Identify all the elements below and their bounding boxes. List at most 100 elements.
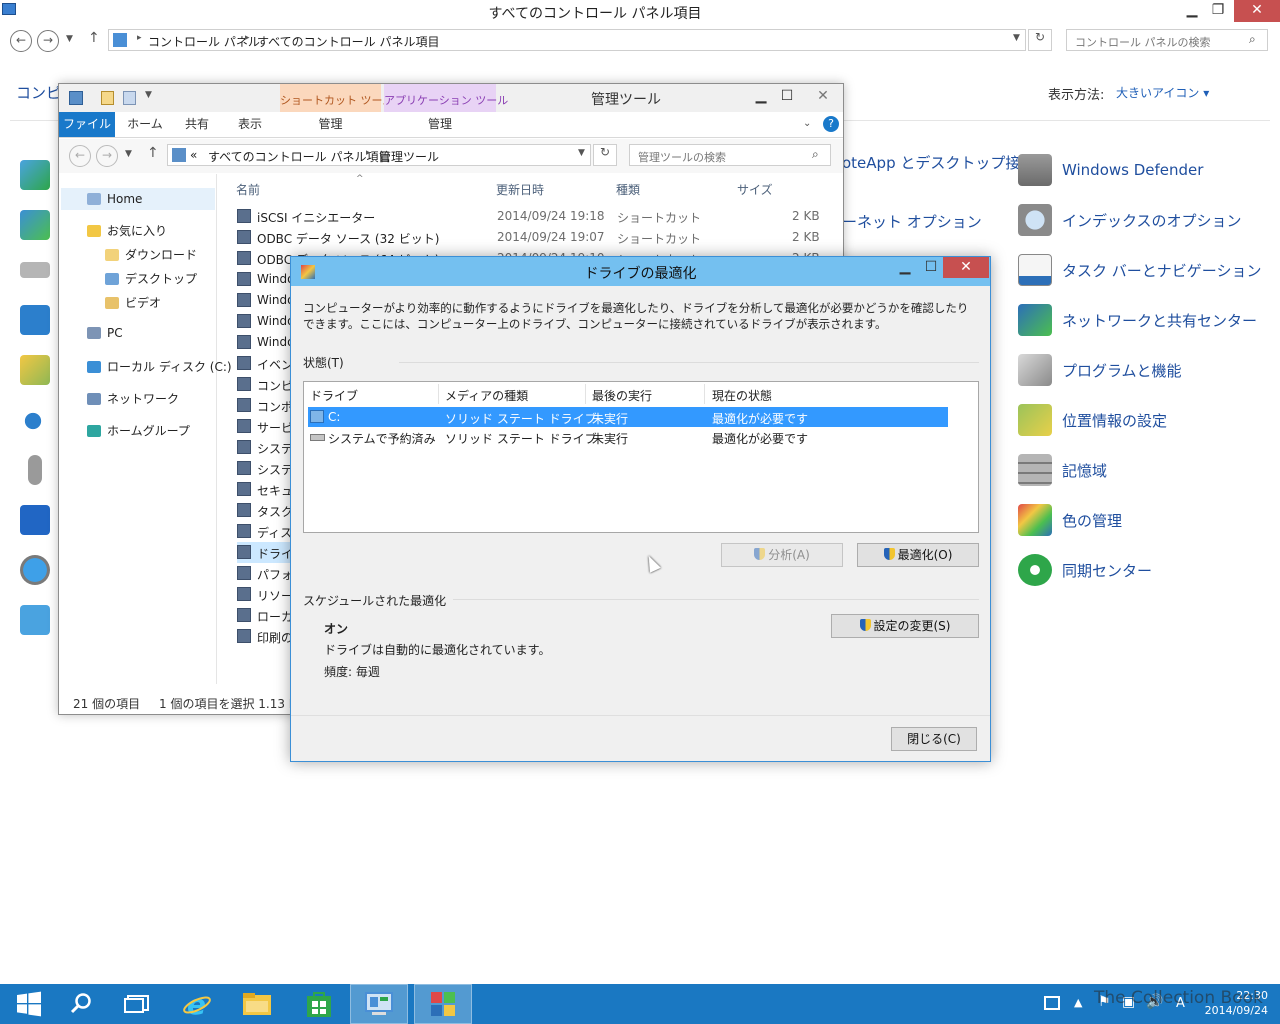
close-button[interactable]: ✕ [1234, 0, 1280, 22]
back-button[interactable]: ← [69, 145, 91, 167]
up-button[interactable]: ↑ [88, 30, 100, 46]
quick-access-chevron-icon[interactable]: ▼ [145, 90, 152, 100]
minimize-button[interactable]: ▁ [1180, 0, 1204, 22]
column-current-status[interactable]: 現在の状態 [712, 387, 772, 404]
breadcrumb-overflow[interactable]: « [190, 148, 197, 162]
region-clock-icon[interactable] [20, 555, 50, 585]
search-icon[interactable]: ⌕ [1249, 32, 1256, 47]
cp-item-programs-features[interactable]: プログラムと機能 [1018, 352, 1182, 388]
nav-item-downloads[interactable]: ダウンロード [105, 246, 197, 263]
explorer-address-bar[interactable]: « すべてのコントロール パネル項目 ▸ 管理ツール ▼ [167, 144, 591, 166]
file-row[interactable]: ODBC データ ソース (32 ビット) 2014/09/24 19:07 ショー… [237, 227, 820, 248]
nav-item-videos[interactable]: ビデオ [105, 294, 161, 311]
search-icon[interactable]: ⌕ [812, 147, 819, 162]
breadcrumb-item[interactable]: 管理ツール [379, 148, 439, 165]
nav-item-home[interactable]: Home [87, 192, 142, 206]
tab-manage-application[interactable]: 管理 [384, 112, 496, 137]
breadcrumb-item[interactable]: すべてのコントロール パネル項目 [208, 148, 391, 165]
nav-item-pc[interactable]: PC [87, 326, 123, 340]
column-last-run[interactable]: 最後の実行 [592, 387, 652, 404]
cp-item-remoteapp[interactable]: oteApp とデスクトップ接 [842, 152, 1020, 173]
taskbar-internet-explorer[interactable]: e [168, 984, 226, 1024]
cp-item-internet-options[interactable]: ーネット オプション [842, 211, 982, 232]
tab-manage-shortcut[interactable]: 管理 [280, 112, 381, 137]
drive-row-selected[interactable]: C: ソリッド ステート ドライブ 未実行 最適化が必要です [308, 407, 948, 427]
search-button[interactable] [52, 984, 110, 1024]
new-folder-icon[interactable] [123, 91, 136, 105]
forward-button[interactable]: → [37, 30, 59, 52]
cp-item-storage-spaces[interactable]: 記憶域 [1018, 452, 1107, 488]
maximize-button[interactable]: ☐ [775, 86, 799, 108]
taskbar-file-explorer[interactable] [228, 984, 286, 1024]
tab-view[interactable]: 表示 [225, 112, 275, 137]
cp-item-color-management[interactable]: 色の管理 [1018, 502, 1122, 538]
cp-item-indexing-options[interactable]: インデックスのオプション [1018, 202, 1242, 238]
up-button[interactable]: ↑ [147, 145, 159, 161]
task-view-button[interactable] [108, 984, 166, 1024]
close-button[interactable]: ✕ [803, 86, 843, 108]
tab-file[interactable]: ファイル [59, 112, 115, 137]
drive-row[interactable]: システムで予約済み ソリッド ステート ドライブ 未実行 最適化が必要です [308, 427, 948, 447]
backup-icon[interactable] [20, 210, 50, 240]
properties-icon[interactable] [101, 91, 114, 105]
optimize-button[interactable]: 最適化(O) [857, 543, 979, 567]
nav-item-favorites[interactable]: お気に入り [87, 222, 167, 239]
close-button[interactable]: ✕ [943, 257, 989, 278]
cp-item-network-sharing-center[interactable]: ネットワークと共有センター [1018, 302, 1257, 338]
analyze-button[interactable]: 分析(A) [721, 543, 843, 567]
maximize-button[interactable]: ☐ [919, 257, 943, 279]
start-button[interactable] [0, 984, 58, 1024]
taskbar-optimize-drives[interactable] [414, 984, 472, 1024]
homegroup-icon[interactable] [20, 406, 46, 436]
calculator-icon[interactable] [20, 605, 50, 635]
keyboard-icon[interactable] [20, 262, 50, 278]
remote-icon[interactable] [20, 160, 50, 190]
address-dropdown-icon[interactable]: ▼ [578, 148, 585, 158]
column-type[interactable]: 種類 [616, 181, 640, 198]
cp-item-sync-center[interactable]: 同期センター [1018, 552, 1152, 588]
refresh-icon[interactable]: ↻ [593, 144, 617, 166]
control-panel-search-input[interactable]: コントロール パネルの検索 ⌕ [1066, 29, 1268, 51]
tab-home[interactable]: ホーム [119, 112, 171, 137]
drive-list[interactable]: ドライブ メディアの種類 最後の実行 現在の状態 C: ソリッド ステート ドラ… [303, 381, 979, 533]
column-name[interactable]: 名前 [236, 181, 260, 198]
nav-item-local-disk[interactable]: ローカル ディスク (C:) [87, 358, 232, 375]
keyboard-tray-icon[interactable] [1044, 996, 1060, 1010]
taskbar-control-panel[interactable] [350, 984, 408, 1024]
nav-item-network[interactable]: ネットワーク [87, 390, 179, 407]
column-media-type[interactable]: メディアの種類 [445, 387, 528, 404]
minimize-button[interactable]: ▁ [749, 86, 773, 108]
recent-locations-chevron-icon[interactable]: ▼ [66, 34, 73, 44]
display-icon[interactable] [20, 305, 50, 335]
taskbar-store[interactable] [290, 984, 348, 1024]
change-settings-button[interactable]: 設定の変更(S) [831, 614, 979, 638]
folder-clock-icon[interactable] [20, 355, 50, 385]
nav-item-desktop[interactable]: デスクトップ [105, 270, 197, 287]
nav-item-homegroup[interactable]: ホームグループ [87, 422, 190, 439]
close-dialog-button[interactable]: 閉じる(C) [891, 727, 977, 751]
column-size[interactable]: サイズ [737, 181, 773, 198]
language-icon[interactable] [20, 505, 50, 535]
recent-locations-chevron-icon[interactable]: ▼ [125, 149, 132, 159]
minimize-button[interactable]: ▁ [893, 257, 917, 279]
breadcrumb-item[interactable]: すべてのコントロール パネル項目 [257, 33, 440, 50]
address-dropdown-icon[interactable]: ▼ [1013, 33, 1020, 43]
view-by-dropdown[interactable]: 大きいアイコン ▾ [1116, 84, 1209, 101]
file-row[interactable]: iSCSI イニシエーター 2014/09/24 19:18 ショートカット 2 KB [237, 206, 820, 227]
tab-share[interactable]: 共有 [173, 112, 221, 137]
address-bar[interactable]: ▸ コントロール パネル ▸ すべてのコントロール パネル項目 ▼ [108, 29, 1026, 51]
help-icon[interactable]: ? [823, 116, 839, 132]
explorer-search-input[interactable]: 管理ツールの検索 ⌕ [629, 144, 831, 166]
microphone-icon[interactable] [28, 455, 42, 485]
show-hidden-icons-chevron-icon[interactable]: ▲ [1074, 996, 1082, 1009]
column-date[interactable]: 更新日時 [496, 181, 544, 198]
restore-button[interactable]: ❐ [1206, 0, 1230, 22]
expand-ribbon-chevron-icon[interactable]: ⌄ [803, 118, 811, 129]
refresh-icon[interactable]: ↻ [1028, 29, 1052, 51]
breadcrumb-item[interactable]: コントロール パネル [148, 33, 260, 50]
cp-item-location-settings[interactable]: 位置情報の設定 [1018, 402, 1167, 438]
column-drive[interactable]: ドライブ [310, 387, 358, 404]
back-button[interactable]: ← [10, 30, 32, 52]
forward-button[interactable]: → [96, 145, 118, 167]
cp-item-windows-defender[interactable]: Windows Defender [1018, 152, 1203, 188]
